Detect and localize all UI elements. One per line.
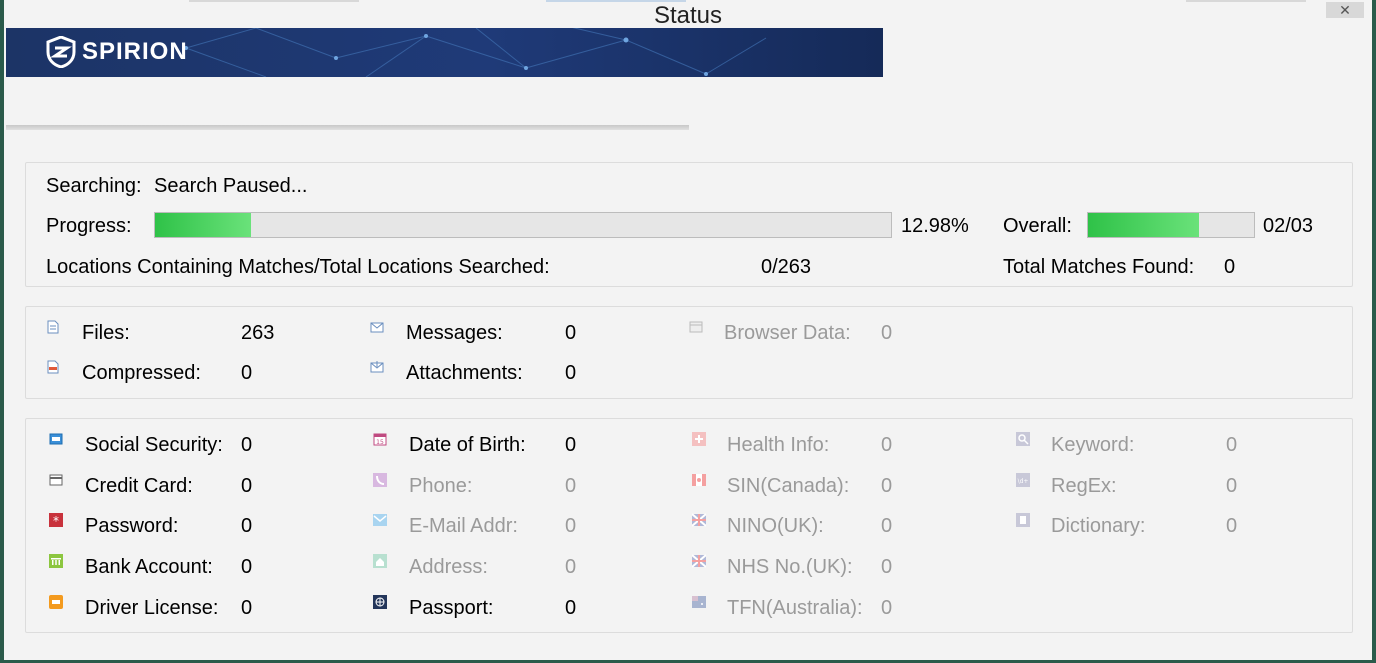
total-matches-value: 0 [1224,256,1236,278]
compressed-label: Compressed: [82,362,201,384]
overall-progress-fill [1088,213,1199,237]
brand-name: SPIRION [82,38,188,65]
files-label: Files: [82,322,130,344]
searching-value: Search Paused... [154,175,308,197]
passport-label: Passport: [409,597,494,619]
compressed-value: 0 [241,362,253,384]
passport-value: 0 [565,597,577,619]
phone-value: 0 [565,475,577,497]
date-of-birth-label: Date of Birth: [409,434,526,456]
email-address-value: 0 [565,515,577,537]
keyword-label: Keyword: [1051,434,1135,456]
tfn-australia-label: TFN(Australia): [727,597,863,619]
browser-data-label: Browser Data: [724,322,851,344]
messages-value: 0 [565,322,577,344]
credit-card-icon [49,474,63,486]
locations-label: Locations Containing Matches/Total Locat… [46,256,550,278]
overall-progress-bar [1087,212,1255,238]
health-info-value: 0 [881,434,893,456]
mail-icon [373,514,387,526]
bank-account-label: Bank Account: [85,556,213,578]
australia-flag-icon [692,596,706,608]
address-value: 0 [565,556,577,578]
svg-text:\d+: \d+ [1018,478,1029,485]
svg-text:*: * [53,514,59,527]
nhs-no-uk-label: NHS No.(UK): [727,556,853,578]
browser-data-value: 0 [881,322,893,344]
title-bar: Status ✕ [4,0,1372,29]
keyword-value: 0 [1226,434,1238,456]
phone-label: Phone: [409,475,473,497]
progress-label: Progress: [46,215,132,237]
data-types-panel: Social Security: 0 Credit Card: 0 * Pass… [25,418,1353,633]
window-title: Status [653,2,723,29]
health-cross-icon [692,432,706,446]
spirion-logo: SPIRION [46,36,188,68]
status-panel: Searching: Search Paused... Progress: 12… [25,162,1353,287]
bank-icon [49,554,63,568]
browser-data-icon [689,321,703,333]
driver-license-value: 0 [241,597,253,619]
credit-card-label: Credit Card: [85,475,193,497]
uk-flag-icon [692,513,706,527]
separator [6,125,689,130]
calendar-icon: 15 [373,433,387,446]
id-card-icon [49,433,63,445]
date-of-birth-value: 0 [565,434,577,456]
total-matches-label: Total Matches Found: [1003,256,1195,278]
regex-icon: \d+ [1016,473,1030,487]
sources-panel: Files: 263 Compressed: 0 Messages: 0 Att… [25,306,1353,399]
locations-value: 0/263 [761,256,812,278]
progress-percent: 12.98% [901,215,969,237]
searching-label: Searching: [46,175,142,197]
house-icon [373,554,387,568]
overall-label: Overall: [1003,215,1072,237]
nino-uk-value: 0 [881,515,893,537]
canada-flag-icon [692,474,706,486]
asterisk-icon: * [49,513,63,527]
magnifier-icon [1016,432,1030,446]
attachments-value: 0 [565,362,577,384]
attachments-label: Attachments: [406,362,523,384]
password-label: Password: [85,515,179,537]
nhs-no-uk-value: 0 [881,556,893,578]
svg-text:15: 15 [376,439,384,446]
regex-label: RegEx: [1051,475,1117,497]
messages-label: Messages: [406,322,503,344]
sin-canada-value: 0 [881,475,893,497]
globe-icon [373,595,387,609]
address-label: Address: [409,556,488,578]
envelope-icon [370,322,384,333]
car-icon [49,595,63,609]
social-security-label: Social Security: [85,434,223,456]
regex-value: 0 [1226,475,1238,497]
dictionary-value: 0 [1226,515,1238,537]
close-icon: ✕ [1339,2,1351,18]
attachment-envelope-icon [370,361,384,373]
driver-license-label: Driver License: [85,597,219,619]
password-value: 0 [241,515,253,537]
nino-uk-label: NINO(UK): [727,515,824,537]
dictionary-label: Dictionary: [1051,515,1146,537]
uk-flag-icon [692,554,706,568]
status-window: Status ✕ SPIRION Searching: Search Pause… [4,0,1372,660]
health-info-label: Health Info: [727,434,830,456]
phone-icon [373,473,387,487]
spirion-shield-icon [46,36,76,68]
progress-bar [154,212,892,238]
close-button[interactable]: ✕ [1326,2,1364,18]
compressed-file-icon [47,360,59,374]
email-address-label: E-Mail Addr: [409,515,518,537]
brand-banner: SPIRION [6,28,883,77]
sin-canada-label: SIN(Canada): [727,475,850,497]
tfn-australia-value: 0 [881,597,893,619]
overall-value: 02/03 [1263,215,1314,237]
social-security-value: 0 [241,434,253,456]
dictionary-icon [1016,513,1030,527]
files-value: 263 [241,322,275,344]
credit-card-value: 0 [241,475,253,497]
file-icon [47,320,59,334]
progress-bar-fill [155,213,251,237]
bank-account-value: 0 [241,556,253,578]
